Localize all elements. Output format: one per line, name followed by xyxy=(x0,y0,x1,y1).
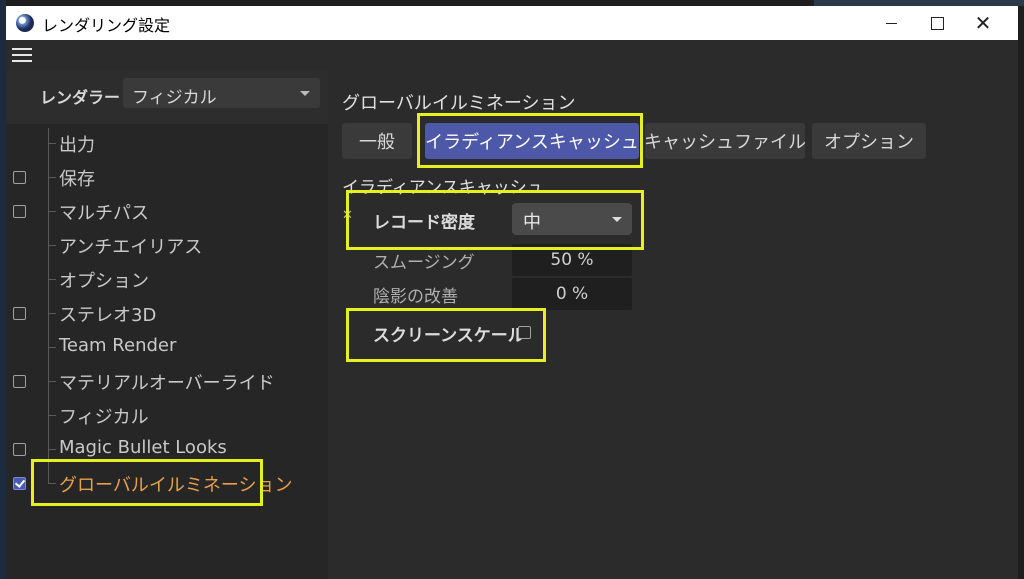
cinema4d-app-icon xyxy=(16,14,34,32)
left-panel: レンダラー フィジカル 出力 保存 マルチパス アンチエイリアス オプション ス… xyxy=(6,70,328,579)
chevron-down-icon xyxy=(300,91,310,96)
tree-item-stereo3d[interactable]: ステレオ3D xyxy=(6,296,328,330)
tree-item-global-illumination[interactable]: グローバルイルミネーション xyxy=(6,466,328,500)
smoothing-label: スムージング xyxy=(373,253,475,273)
close-button[interactable]: ✕ xyxy=(960,6,1006,40)
screen-scale-checkbox[interactable] xyxy=(518,326,531,339)
tree-item-label: 出力 xyxy=(59,135,95,156)
tab-cache-file[interactable]: キャッシュファイル xyxy=(644,123,806,159)
tree-item-team-render[interactable]: Team Render xyxy=(6,330,328,364)
renderer-row: レンダラー フィジカル xyxy=(6,70,328,124)
enable-checkbox[interactable] xyxy=(13,205,26,218)
tree-item-label: マルチパス xyxy=(59,203,149,224)
tab-general[interactable]: 一般 xyxy=(342,123,412,159)
record-density-value: 中 xyxy=(523,212,541,233)
tree-item-label: ステレオ3D xyxy=(59,305,157,326)
tree-item-label: グローバルイルミネーション xyxy=(59,475,293,496)
window-title: レンダリング設定 xyxy=(42,16,171,35)
tree-item-physical[interactable]: フィジカル xyxy=(6,398,328,432)
section-title: グローバルイルミネーション xyxy=(342,93,576,114)
tree-item-label: マテリアルオーバーライド xyxy=(59,373,275,394)
settings-content: グローバルイルミネーション 一般 イラディアンスキャッシュ キャッシュファイル … xyxy=(328,70,1018,579)
collapse-icon[interactable]: ✕ xyxy=(342,208,353,223)
smoothing-field[interactable]: 50 % xyxy=(512,244,632,276)
tree-item-label: Magic Bullet Looks xyxy=(59,437,227,458)
settings-tree: 出力 保存 マルチパス アンチエイリアス オプション ステレオ3D Team R… xyxy=(6,124,328,579)
renderer-label: レンダラー xyxy=(40,88,121,107)
renderer-value: フィジカル xyxy=(132,88,217,108)
enable-checkbox[interactable] xyxy=(13,307,26,320)
tab-irradiance-cache[interactable]: イラディアンスキャッシュ xyxy=(425,123,639,159)
tree-item-options[interactable]: オプション xyxy=(6,262,328,296)
tree-item-antialiasing[interactable]: アンチエイリアス xyxy=(6,228,328,262)
tab-options[interactable]: オプション xyxy=(812,123,926,159)
enable-checkbox[interactable] xyxy=(13,443,26,456)
render-settings-window: レンダラー フィジカル 出力 保存 マルチパス アンチエイリアス オプション ス… xyxy=(6,40,1018,579)
close-icon: ✕ xyxy=(974,11,992,35)
tree-item-save[interactable]: 保存 xyxy=(6,160,328,194)
minimize-icon xyxy=(885,22,897,24)
subsection-title: イラディアンスキャッシュ xyxy=(342,178,544,198)
tree-item-multipass[interactable]: マルチパス xyxy=(6,194,328,228)
enable-checkbox[interactable] xyxy=(13,171,26,184)
tree-item-label: フィジカル xyxy=(59,407,149,428)
maximize-button[interactable] xyxy=(914,6,960,40)
screen-scale-label: スクリーンスケール xyxy=(373,326,525,346)
shading-improvement-field[interactable]: 0 % xyxy=(512,278,632,310)
minimize-button[interactable] xyxy=(868,6,914,40)
chevron-down-icon xyxy=(612,217,622,222)
enable-checkbox[interactable] xyxy=(13,375,26,388)
maximize-icon xyxy=(930,16,944,30)
tree-item-label: 保存 xyxy=(59,169,95,190)
record-density-label: レコード密度 xyxy=(373,213,475,233)
tree-item-magic-bullet-looks[interactable]: Magic Bullet Looks xyxy=(6,432,328,466)
title-bar: レンダリング設定 ✕ xyxy=(6,6,1018,40)
hamburger-menu-icon[interactable] xyxy=(12,48,32,62)
tree-item-label: Team Render xyxy=(59,335,177,356)
enable-checkbox-checked[interactable] xyxy=(13,477,26,490)
shading-improvement-label: 陰影の改善 xyxy=(373,287,458,307)
tree-item-label: オプション xyxy=(59,271,149,292)
tree-item-output[interactable]: 出力 xyxy=(6,126,328,160)
renderer-select[interactable]: フィジカル xyxy=(123,78,320,108)
tree-item-label: アンチエイリアス xyxy=(59,237,203,258)
tree-item-material-override[interactable]: マテリアルオーバーライド xyxy=(6,364,328,398)
record-density-dropdown[interactable]: 中 xyxy=(512,203,632,235)
